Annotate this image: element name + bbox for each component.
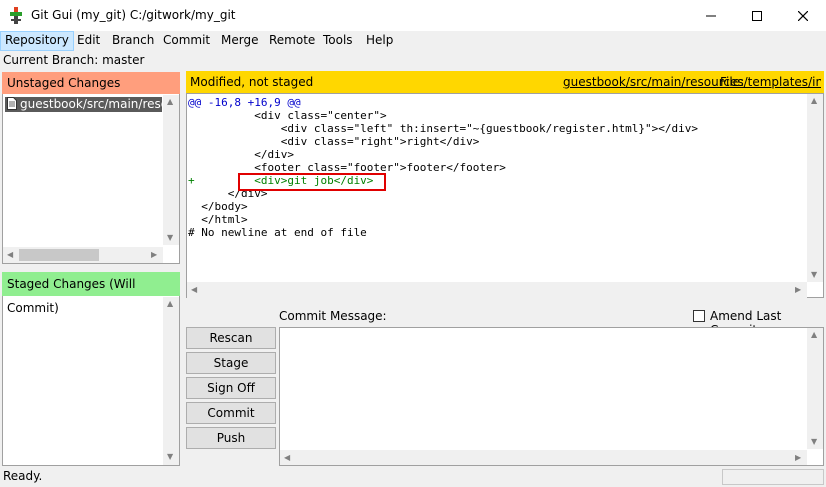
close-icon xyxy=(798,10,808,21)
scroll-left-icon: ◀ xyxy=(191,285,198,294)
scroll-left-icon: ◀ xyxy=(284,453,291,462)
stage-changed-button[interactable]: Stage Changed xyxy=(186,352,276,390)
commit-vertical-scrollbar[interactable]: ▲ ▼ xyxy=(807,328,823,449)
scroll-up-icon: ▲ xyxy=(811,96,818,105)
scroll-right-icon: ▶ xyxy=(151,250,158,259)
menu-help[interactable]: Help xyxy=(362,31,397,51)
unstaged-header: Unstaged Changes xyxy=(2,72,180,94)
menu-bar: Repository Edit Branch Commit Merge Remo… xyxy=(0,31,826,51)
status-text: Ready. xyxy=(3,469,43,483)
menu-remote[interactable]: Remote xyxy=(265,31,319,51)
staged-header: Staged Changes (Will Commit) xyxy=(2,272,180,315)
scroll-thumb[interactable] xyxy=(19,249,99,261)
scroll-down-icon: ▼ xyxy=(811,270,818,279)
highlight-box xyxy=(238,173,386,191)
diff-line: @@ -16,8 +16,9 @@ xyxy=(188,96,301,109)
scroll-left-icon: ◀ xyxy=(7,250,14,259)
minimize-button[interactable] xyxy=(688,0,734,31)
scroll-down-icon: ▼ xyxy=(167,452,174,461)
diff-line: # No newline at end of file xyxy=(188,226,367,239)
diff-horizontal-scrollbar[interactable]: ◀ ▶ xyxy=(187,282,807,298)
maximize-button[interactable] xyxy=(734,0,780,31)
amend-checkbox[interactable] xyxy=(693,310,705,322)
minimize-icon xyxy=(706,15,716,16)
diff-line: </body> xyxy=(188,200,248,213)
diff-text[interactable]: @@ -16,8 +16,9 @@ <div class="center"> <… xyxy=(188,96,806,246)
diff-line: </html> xyxy=(188,213,248,226)
diff-line: </div> xyxy=(188,148,294,161)
menu-merge[interactable]: Merge xyxy=(217,31,262,51)
rescan-button[interactable]: Rescan xyxy=(186,327,276,349)
scroll-up-icon: ▲ xyxy=(811,330,818,339)
push-button[interactable]: Push xyxy=(186,427,276,449)
close-button[interactable] xyxy=(780,0,826,31)
maximize-icon xyxy=(752,10,762,21)
menu-repository[interactable]: Repository xyxy=(0,31,74,51)
commit-message-input[interactable] xyxy=(279,327,824,466)
window-title: Git Gui (my_git) C:/gitwork/my_git xyxy=(31,8,236,22)
commit-message-label: Commit Message: xyxy=(279,309,387,323)
staged-vertical-scrollbar[interactable]: ▲ ▼ xyxy=(163,297,179,465)
scroll-down-icon: ▼ xyxy=(167,233,174,242)
status-progress xyxy=(722,469,824,485)
diff-status: Modified, not staged xyxy=(190,75,314,89)
scroll-up-icon: ▲ xyxy=(167,299,174,308)
scroll-right-icon: ▶ xyxy=(795,285,802,294)
sign-off-button[interactable]: Sign Off xyxy=(186,377,276,399)
commit-horizontal-scrollbar[interactable]: ◀ ▶ xyxy=(280,450,807,465)
scroll-right-icon: ▶ xyxy=(795,453,802,462)
diff-line: <div class="right">right</div> xyxy=(188,135,480,148)
scroll-up-icon: ▲ xyxy=(167,97,174,106)
menu-branch[interactable]: Branch xyxy=(108,31,158,51)
file-icon xyxy=(7,97,17,110)
menu-edit[interactable]: Edit xyxy=(73,31,104,51)
current-branch-label: Current Branch: master xyxy=(3,53,145,67)
scroll-down-icon: ▼ xyxy=(811,437,818,446)
diff-line: <div class="center"> xyxy=(188,109,387,122)
diff-line: <div class="left" th:insert="~{guestbook… xyxy=(188,122,698,135)
unstaged-vertical-scrollbar[interactable]: ▲ ▼ xyxy=(163,95,179,245)
file-name: guestbook/src/main/resources/templates/i… xyxy=(20,97,162,111)
diff-file-path: guestbook/src/main/resources/templates/i… xyxy=(563,75,821,89)
menu-tools[interactable]: Tools xyxy=(319,31,357,51)
diff-vertical-scrollbar[interactable]: ▲ ▼ xyxy=(807,94,823,282)
menu-commit[interactable]: Commit xyxy=(159,31,214,51)
diff-header: Modified, not staged File: guestbook/src… xyxy=(186,71,824,93)
commit-button[interactable]: Commit xyxy=(186,402,276,424)
list-item[interactable]: guestbook/src/main/resources/templates/i… xyxy=(5,97,162,112)
git-gui-icon xyxy=(9,7,23,24)
